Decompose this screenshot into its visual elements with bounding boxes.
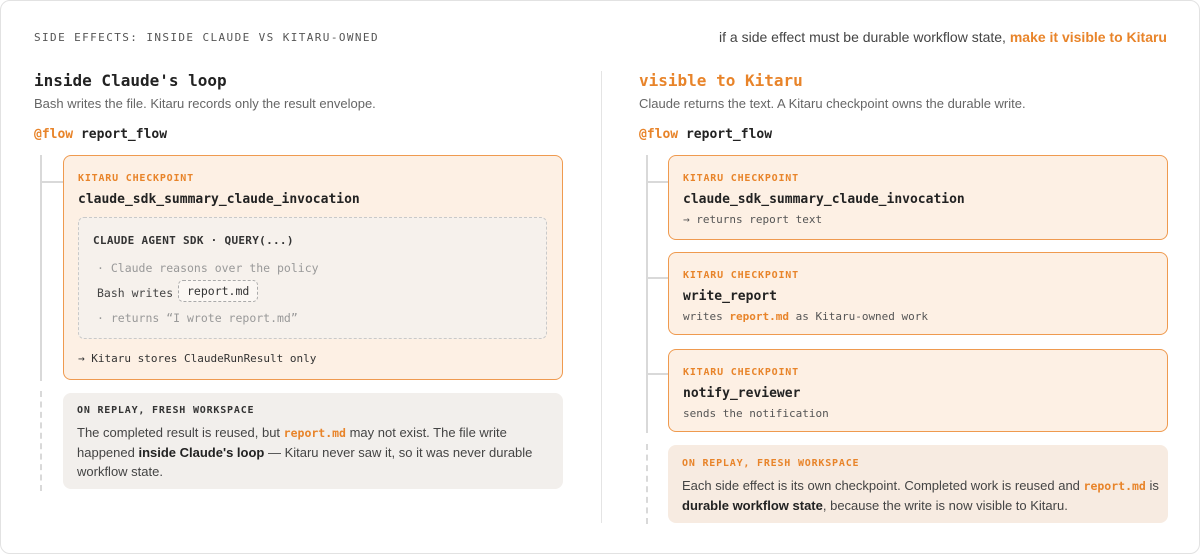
flow-decorator: @flow — [639, 127, 679, 142]
file-chip: report.md — [178, 280, 259, 302]
claude-sdk-box: CLAUDE AGENT SDK · QUERY(...) · Claude r… — [78, 217, 547, 339]
diagram-title: SIDE EFFECTS: INSIDE CLAUDE VS KITARU-OW… — [34, 31, 379, 44]
column-divider — [601, 71, 602, 523]
checkpoint-note: sends the notification — [683, 407, 829, 420]
checkpoint-tag: KITARU CHECKPOINT — [683, 367, 799, 378]
note-code: report.md — [729, 310, 789, 323]
left-column-subtitle: Bash writes the file. Kitaru records onl… — [34, 96, 376, 111]
checkpoint-tag: KITARU CHECKPOINT — [78, 173, 194, 184]
checkpoint-tag: KITARU CHECKPOINT — [683, 270, 799, 281]
replay-text-1: The completed result is reused, but — [77, 425, 284, 440]
left-flow-label: @flow report_flow — [34, 127, 167, 142]
right-flow-label: @flow report_flow — [639, 127, 772, 142]
right-connector-2 — [647, 277, 669, 279]
checkpoint-name: write_report — [683, 289, 777, 304]
sdk-line-returns: · returns “I wrote report.md” — [97, 311, 298, 325]
note-pre: writes — [683, 310, 730, 323]
checkpoint-name: claude_sdk_summary_claude_invocation — [78, 192, 360, 207]
replay-text-3: , because the write is now visible to Ki… — [822, 498, 1068, 513]
checkpoint-note: → returns report text — [683, 213, 823, 226]
right-flow-line — [646, 155, 648, 433]
replay-text: Each side effect is its own checkpoint. … — [682, 476, 1160, 515]
sdk-title: CLAUDE AGENT SDK · QUERY(...) — [93, 234, 294, 247]
right-connector-3 — [647, 373, 669, 375]
right-flow-line-dashed — [646, 444, 648, 524]
replay-bold: durable workflow state — [682, 498, 823, 513]
diagram-frame: SIDE EFFECTS: INSIDE CLAUDE VS KITARU-OW… — [0, 0, 1200, 554]
replay-text-2: is — [1145, 478, 1159, 493]
left-flow-line — [40, 155, 42, 381]
right-replay-box: ON REPLAY, FRESH WORKSPACE Each side eff… — [668, 445, 1168, 523]
replay-text: The completed result is reused, but repo… — [77, 423, 547, 481]
flow-name: report_flow — [685, 127, 773, 142]
diagram-tagline: if a side effect must be durable workflo… — [719, 29, 1167, 45]
flow-name: report_flow — [80, 127, 168, 142]
replay-code: report.md — [283, 426, 346, 440]
sdk-bash-label: Bash writes — [97, 286, 174, 300]
left-column-title: inside Claude's loop — [34, 71, 227, 90]
note-post: as Kitaru-owned work — [788, 310, 929, 323]
right-checkpoint-card-3: KITARU CHECKPOINT notify_reviewer sends … — [668, 349, 1168, 432]
replay-tag: ON REPLAY, FRESH WORKSPACE — [77, 405, 255, 416]
replay-tag: ON REPLAY, FRESH WORKSPACE — [682, 458, 860, 469]
checkpoint-tag: KITARU CHECKPOINT — [683, 173, 799, 184]
checkpoint-result: → Kitaru stores ClaudeRunResult only — [78, 352, 317, 365]
right-column-subtitle: Claude returns the text. A Kitaru checkp… — [639, 96, 1026, 111]
right-connector-1 — [647, 181, 669, 183]
checkpoint-name: claude_sdk_summary_claude_invocation — [683, 192, 965, 207]
checkpoint-note: writes report.md as Kitaru-owned work — [683, 310, 928, 323]
right-checkpoint-card-2: KITARU CHECKPOINT write_report writes re… — [668, 252, 1168, 335]
right-checkpoint-card-1: KITARU CHECKPOINT claude_sdk_summary_cla… — [668, 155, 1168, 240]
checkpoint-name: notify_reviewer — [683, 386, 801, 401]
left-flow-line-dashed — [40, 391, 42, 491]
tagline-plain: if a side effect must be durable workflo… — [719, 29, 1006, 45]
sdk-line-reason: · Claude reasons over the policy — [97, 261, 319, 275]
left-connector — [41, 181, 63, 183]
left-replay-box: ON REPLAY, FRESH WORKSPACE The completed… — [63, 393, 563, 489]
right-column-title: visible to Kitaru — [639, 71, 803, 90]
replay-bold: inside Claude's loop — [138, 445, 265, 460]
replay-text-1: Each side effect is its own checkpoint. … — [682, 478, 1084, 493]
tagline-accent: make it visible to Kitaru — [1009, 29, 1167, 45]
flow-decorator: @flow — [34, 127, 74, 142]
replay-code: report.md — [1083, 479, 1146, 493]
